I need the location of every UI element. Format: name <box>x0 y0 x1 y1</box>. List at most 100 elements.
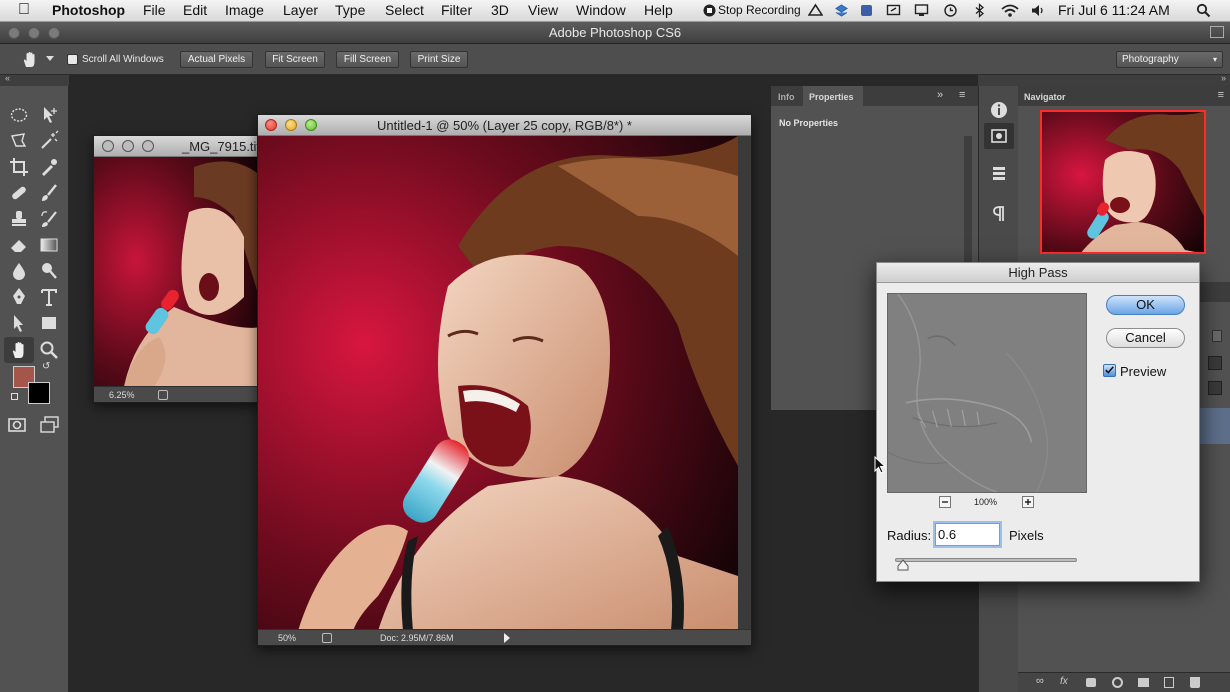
dialog-title-bar[interactable]: High Pass <box>877 263 1199 283</box>
marquee-tool-icon[interactable] <box>8 104 30 126</box>
stop-recording-icon[interactable] <box>702 3 717 18</box>
gradient-tool-icon[interactable] <box>38 234 60 256</box>
menu-image[interactable]: Image <box>225 2 264 18</box>
fullscreen-icon[interactable] <box>1210 26 1224 38</box>
menu-select[interactable]: Select <box>385 2 424 18</box>
lasso-tool-icon[interactable] <box>8 130 30 152</box>
menu-layer[interactable]: Layer <box>283 2 318 18</box>
navigator-menu-icon[interactable]: ≡ <box>1218 89 1224 101</box>
panel-dock-strip-right[interactable]: » <box>1018 73 1230 86</box>
app-close-button[interactable] <box>8 27 20 39</box>
tab-info[interactable]: Info <box>778 92 795 102</box>
document-title-bar-front[interactable]: Untitled-1 @ 50% (Layer 25 copy, RGB/8*)… <box>258 115 751 136</box>
zoom-level-back[interactable]: 6.25% <box>109 387 135 403</box>
screen-share-icon[interactable] <box>886 3 901 18</box>
default-colors-icon[interactable] <box>11 393 18 400</box>
app-minimize-button[interactable] <box>28 27 40 39</box>
add-mask-icon[interactable] <box>1086 678 1096 687</box>
fill-screen-button[interactable]: Fill Screen <box>336 51 399 68</box>
screen-mode-icon[interactable] <box>38 414 60 436</box>
drive-icon[interactable] <box>808 3 823 18</box>
eyedropper-tool-icon[interactable] <box>38 156 60 178</box>
status-menu-arrow-icon[interactable] <box>504 633 515 643</box>
move-tool-icon[interactable] <box>38 104 60 126</box>
new-layer-icon[interactable] <box>1164 677 1174 688</box>
history-brush-tool-icon[interactable] <box>38 208 60 230</box>
doc-zoom-button-back[interactable] <box>142 140 154 152</box>
quick-mask-icon[interactable] <box>6 414 28 436</box>
pen-tool-icon[interactable] <box>8 286 30 308</box>
status-info-icon[interactable] <box>322 633 332 643</box>
zoom-out-icon[interactable] <box>939 496 951 508</box>
brush-tool-icon[interactable] <box>38 182 60 204</box>
stop-recording-label[interactable]: Stop Recording <box>718 3 801 17</box>
opacity-dropdown[interactable] <box>1208 356 1222 370</box>
background-color-swatch[interactable] <box>28 382 50 404</box>
doc-close-button-back[interactable] <box>102 140 114 152</box>
radius-slider-track[interactable] <box>895 558 1077 562</box>
spotlight-search-icon[interactable] <box>1196 3 1211 18</box>
clone-stamp-tool-icon[interactable] <box>8 208 30 230</box>
volume-icon[interactable] <box>1030 3 1045 18</box>
document-window-back[interactable]: _MG_7915.tif 6.25% <box>93 135 263 403</box>
link-layers-icon[interactable]: ∞ <box>1036 675 1044 687</box>
ok-button[interactable]: OK <box>1106 295 1185 315</box>
panel-collapse-icon[interactable]: » <box>937 89 943 101</box>
properties-panel-icon[interactable] <box>989 126 1009 146</box>
navigator-thumbnail[interactable] <box>1040 110 1206 254</box>
magic-wand-tool-icon[interactable] <box>38 130 60 152</box>
menu-view[interactable]: View <box>528 2 558 18</box>
info-panel-icon[interactable] <box>989 100 1009 120</box>
doc-minimize-button[interactable] <box>285 119 297 131</box>
radius-slider-thumb[interactable] <box>897 559 909 571</box>
vertical-scrollbar[interactable] <box>738 136 751 631</box>
adjustment-layer-icon[interactable] <box>1112 677 1123 688</box>
layer-style-icon[interactable]: fx <box>1060 676 1068 687</box>
hand-tool-preset-icon[interactable] <box>20 50 40 70</box>
toolbar-collapse-strip[interactable]: « <box>0 73 69 86</box>
panel-menu-icon[interactable]: ≡ <box>959 89 965 101</box>
bluetooth-icon[interactable] <box>972 3 987 18</box>
zoom-level-front[interactable]: 50% <box>278 630 296 646</box>
status-info-icon-back[interactable] <box>158 390 168 400</box>
blur-tool-icon[interactable] <box>8 260 30 282</box>
doc-zoom-button[interactable] <box>305 119 317 131</box>
tab-navigator[interactable]: Navigator <box>1024 92 1066 102</box>
menu-filter[interactable]: Filter <box>441 2 472 18</box>
new-group-icon[interactable] <box>1138 678 1149 687</box>
cancel-button[interactable]: Cancel <box>1106 328 1185 348</box>
eraser-tool-icon[interactable] <box>8 234 30 256</box>
tool-preset-dropdown-icon[interactable] <box>46 56 54 65</box>
zoom-in-icon[interactable] <box>1022 496 1034 508</box>
menu-type[interactable]: Type <box>335 2 365 18</box>
wifi-icon[interactable] <box>1000 3 1020 18</box>
layers-scroll-handle[interactable] <box>1212 330 1222 342</box>
actual-pixels-button[interactable]: Actual Pixels <box>180 51 253 68</box>
photo-canvas[interactable] <box>258 136 738 631</box>
apple-icon[interactable]:  <box>18 1 30 19</box>
app-zoom-button[interactable] <box>48 27 60 39</box>
delete-layer-icon[interactable] <box>1190 677 1200 688</box>
fit-screen-button[interactable]: Fit Screen <box>265 51 325 68</box>
document-window-front[interactable]: Untitled-1 @ 50% (Layer 25 copy, RGB/8*)… <box>257 114 752 646</box>
menu-clock[interactable]: Fri Jul 6 11:24 AM <box>1058 2 1170 18</box>
hand-tool-icon[interactable] <box>8 339 30 361</box>
filter-preview[interactable] <box>887 293 1087 493</box>
rectangle-tool-icon[interactable] <box>38 312 60 334</box>
zoom-tool-icon[interactable] <box>38 339 60 361</box>
menu-file[interactable]: File <box>143 2 166 18</box>
path-selection-tool-icon[interactable] <box>8 312 30 334</box>
paragraph-panel-icon[interactable] <box>989 204 1009 224</box>
dropbox-icon[interactable] <box>834 3 849 18</box>
preview-checkbox[interactable] <box>1103 364 1116 377</box>
doc-minimize-button-back[interactable] <box>122 140 134 152</box>
scroll-all-windows-checkbox[interactable] <box>67 54 78 65</box>
crop-tool-icon[interactable] <box>8 156 30 178</box>
menu-edit[interactable]: Edit <box>183 2 207 18</box>
type-tool-icon[interactable] <box>38 286 60 308</box>
menu-3d[interactable]: 3D <box>491 2 509 18</box>
menu-window[interactable]: Window <box>576 2 626 18</box>
menu-app-name[interactable]: Photoshop <box>52 2 125 18</box>
app-square-icon[interactable] <box>859 3 874 18</box>
preview-label[interactable]: Preview <box>1120 364 1166 379</box>
